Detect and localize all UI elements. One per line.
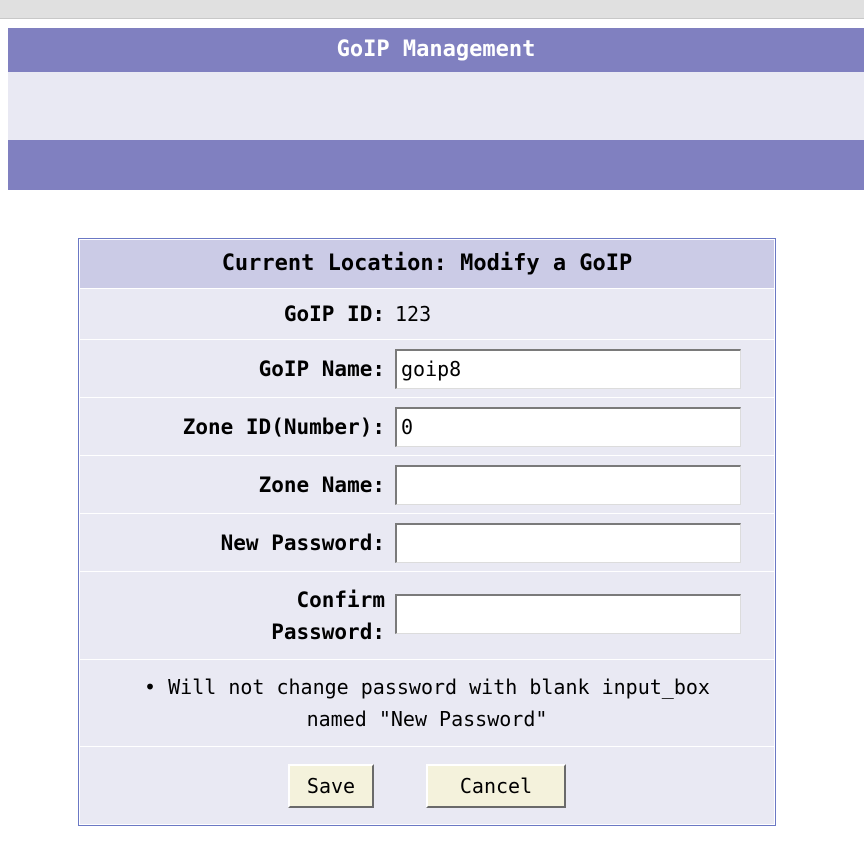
goip-id-value: 123 [395,302,432,326]
zone-name-input[interactable] [395,464,741,505]
page-header: GoIP Management [8,28,864,72]
current-location-caption: Current Location: Modify a GoIP [80,240,774,289]
goip-name-input[interactable] [395,348,741,389]
confirm-password-row: Confirm Password: [80,572,774,660]
goip-name-label: GoIP Name: [258,356,385,381]
goip-name-row: GoIP Name: [80,340,774,398]
password-note: • Will not change password with blank in… [127,671,727,735]
button-row: Save Cancel [80,747,774,824]
confirm-password-input[interactable] [395,594,741,634]
zone-name-row: Zone Name: [80,456,774,514]
new-password-label: New Password: [220,530,385,555]
confirm-password-label: Confirm Password: [80,584,389,648]
password-note-row: • Will not change password with blank in… [80,660,774,747]
password-note-text: Will not change password with blank inpu… [168,675,710,731]
cancel-button[interactable]: Cancel [426,763,566,808]
zone-id-input[interactable] [395,406,741,447]
goip-id-row: GoIP ID: 123 [80,289,774,340]
page-title: GoIP Management [336,37,536,62]
sub-header-bar [8,140,864,190]
save-button[interactable]: Save [288,763,374,808]
new-password-input[interactable] [395,522,741,563]
confirm-password-label-line2: Password: [271,619,385,644]
goip-id-label: GoIP ID: [283,302,385,326]
browser-top-strip [0,0,864,19]
zone-id-row: Zone ID(Number): [80,398,774,456]
zone-name-label: Zone Name: [258,472,385,497]
zone-id-label: Zone ID(Number): [182,414,385,439]
header-spacer [8,72,864,140]
modify-goip-panel: Current Location: Modify a GoIP GoIP ID:… [78,238,776,826]
new-password-row: New Password: [80,514,774,572]
bullet-icon: • [144,675,157,699]
confirm-password-label-line1: Confirm [296,587,385,612]
